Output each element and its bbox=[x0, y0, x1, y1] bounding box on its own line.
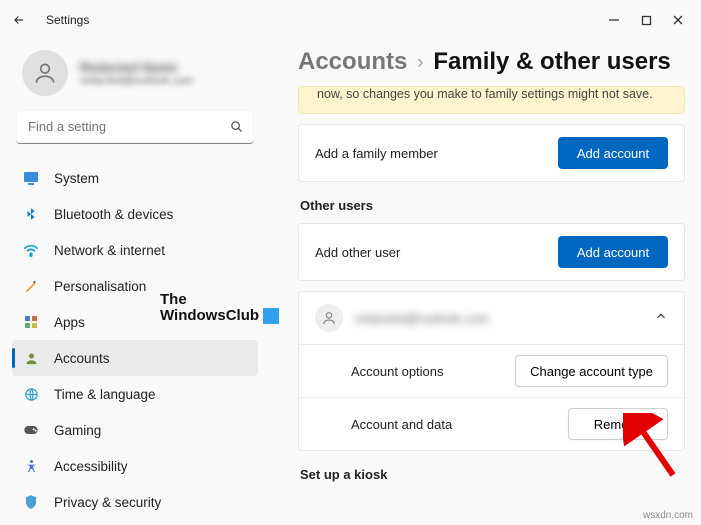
sidebar-item-label: Accounts bbox=[54, 351, 110, 366]
sidebar-item-accounts[interactable]: Accounts bbox=[12, 340, 258, 376]
page-title: Family & other users bbox=[433, 48, 670, 76]
bluetooth-icon bbox=[22, 205, 40, 223]
sidebar-item-label: Personalisation bbox=[54, 279, 146, 294]
content-pane: Accounts › Family & other users now, so … bbox=[270, 40, 701, 525]
add-other-card: Add other user Add account bbox=[298, 223, 685, 281]
sidebar-item-label: System bbox=[54, 171, 99, 186]
breadcrumb: Accounts › Family & other users bbox=[298, 48, 685, 76]
wifi-icon bbox=[22, 241, 40, 259]
profile-block[interactable]: Redacted Name redacted@outlook.com bbox=[12, 44, 258, 110]
accessibility-icon bbox=[22, 457, 40, 475]
search-icon bbox=[229, 119, 244, 139]
search-input[interactable] bbox=[16, 110, 254, 144]
sidebar-item-time[interactable]: Time & language bbox=[12, 376, 258, 412]
source-watermark: wsxdn.com bbox=[643, 510, 693, 521]
person-icon bbox=[22, 349, 40, 367]
sidebar-item-label: Gaming bbox=[54, 423, 101, 438]
chevron-up-icon bbox=[654, 309, 668, 328]
gaming-icon bbox=[22, 421, 40, 439]
shield-icon bbox=[22, 493, 40, 511]
sidebar-item-label: Accessibility bbox=[54, 459, 128, 474]
sidebar-item-label: Privacy & security bbox=[54, 495, 161, 510]
account-options-label: Account options bbox=[351, 364, 444, 379]
maximize-button[interactable] bbox=[639, 13, 653, 27]
sidebar-item-accessibility[interactable]: Accessibility bbox=[12, 448, 258, 484]
add-other-button[interactable]: Add account bbox=[558, 236, 668, 268]
paint-icon bbox=[22, 277, 40, 295]
minimize-button[interactable] bbox=[607, 13, 621, 27]
sidebar-item-label: Time & language bbox=[54, 387, 156, 402]
other-users-header: Other users bbox=[300, 198, 685, 213]
sidebar-item-label: Bluetooth & devices bbox=[54, 207, 173, 222]
add-family-card: Add a family member Add account bbox=[298, 124, 685, 182]
sidebar-item-label: Network & internet bbox=[54, 243, 165, 258]
remove-button[interactable]: Remove bbox=[568, 408, 668, 440]
account-data-row: Account and data Remove bbox=[299, 397, 684, 450]
other-user-email: redacted@outlook.com bbox=[355, 311, 489, 326]
sidebar-item-apps[interactable]: Apps bbox=[12, 304, 258, 340]
sidebar-item-privacy[interactable]: Privacy & security bbox=[12, 484, 258, 520]
sidebar-item-system[interactable]: System bbox=[12, 160, 258, 196]
sidebar-item-gaming[interactable]: Gaming bbox=[12, 412, 258, 448]
profile-email: redacted@outlook.com bbox=[80, 75, 193, 87]
sidebar-item-label: Apps bbox=[54, 315, 85, 330]
close-button[interactable] bbox=[671, 13, 685, 27]
add-family-label: Add a family member bbox=[315, 146, 438, 161]
other-user-card: redacted@outlook.com Account options Cha… bbox=[298, 291, 685, 451]
breadcrumb-parent[interactable]: Accounts bbox=[298, 48, 407, 76]
add-family-button[interactable]: Add account bbox=[558, 137, 668, 169]
system-icon bbox=[22, 169, 40, 187]
title-bar: Settings bbox=[0, 0, 701, 40]
apps-icon bbox=[22, 313, 40, 331]
sidebar-item-network[interactable]: Network & internet bbox=[12, 232, 258, 268]
account-data-label: Account and data bbox=[351, 417, 452, 432]
globe-icon bbox=[22, 385, 40, 403]
other-user-row[interactable]: redacted@outlook.com bbox=[299, 292, 684, 344]
sidebar: Redacted Name redacted@outlook.com Syste… bbox=[0, 40, 270, 525]
sidebar-item-bluetooth[interactable]: Bluetooth & devices bbox=[12, 196, 258, 232]
window-title: Settings bbox=[46, 13, 89, 27]
kiosk-header: Set up a kiosk bbox=[300, 467, 685, 482]
account-options-row: Account options Change account type bbox=[299, 344, 684, 397]
add-other-label: Add other user bbox=[315, 245, 400, 260]
avatar bbox=[22, 50, 68, 96]
warning-banner: now, so changes you make to family setti… bbox=[298, 86, 685, 114]
profile-name: Redacted Name bbox=[80, 60, 193, 75]
chevron-right-icon: › bbox=[417, 52, 423, 73]
sidebar-item-personalisation[interactable]: Personalisation bbox=[12, 268, 258, 304]
user-avatar-icon bbox=[315, 304, 343, 332]
back-button[interactable] bbox=[10, 11, 28, 29]
change-account-type-button[interactable]: Change account type bbox=[515, 355, 668, 387]
